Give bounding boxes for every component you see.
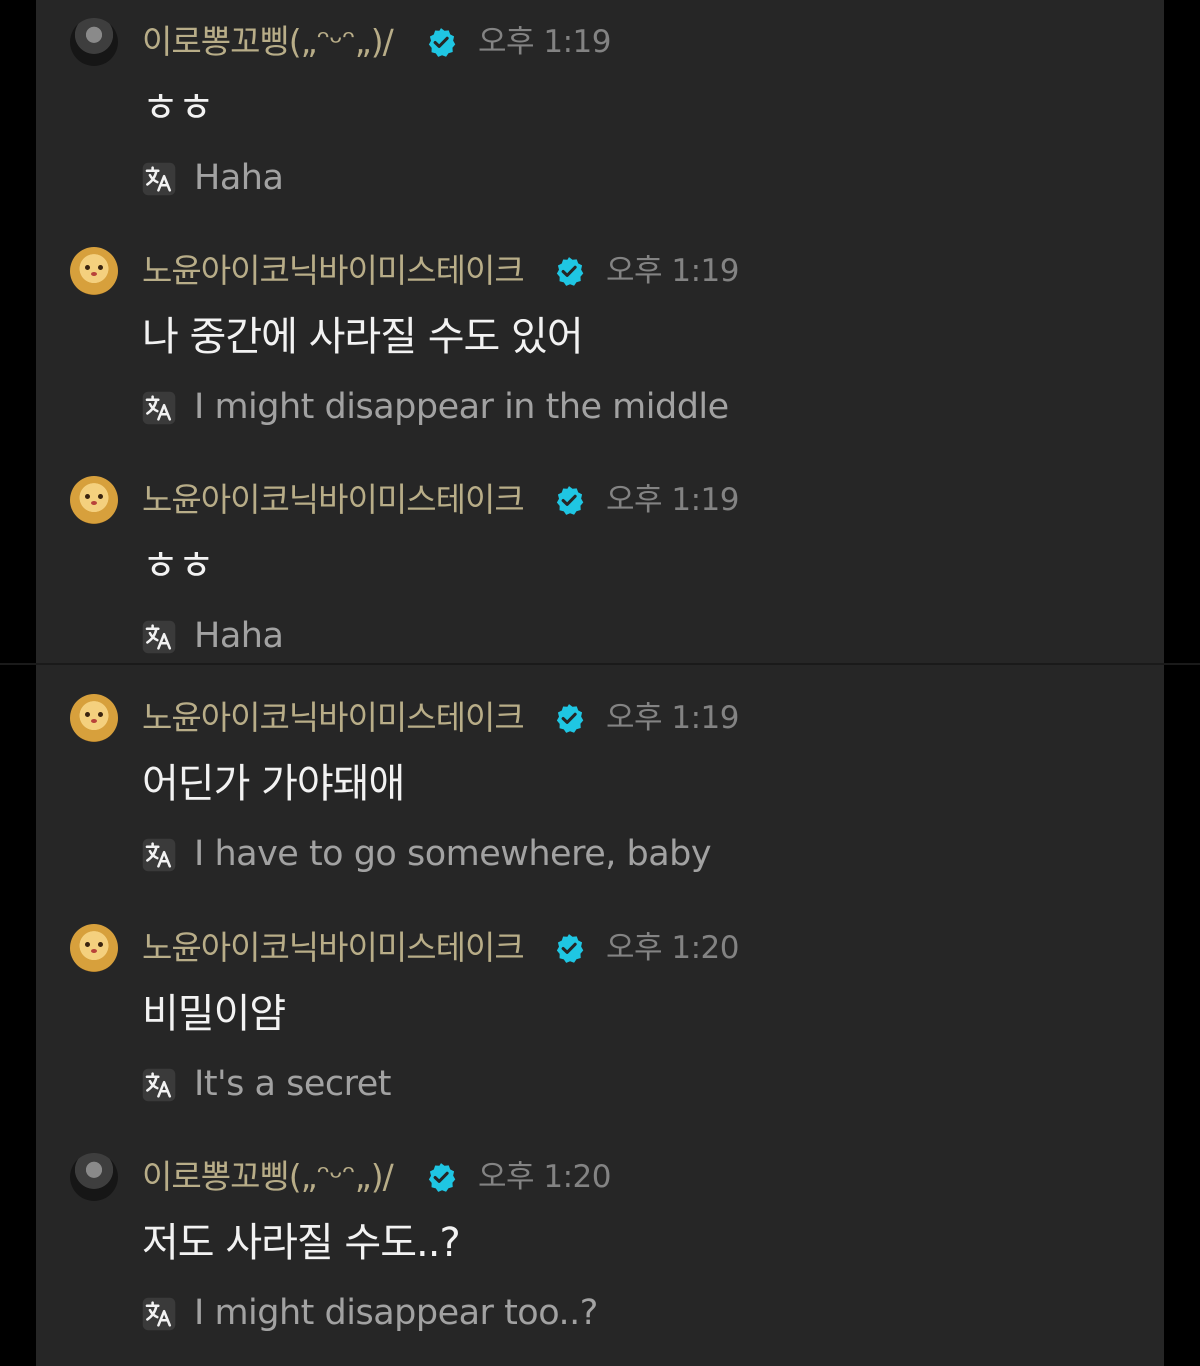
message-header: 노윤아이코닉바이미스테이크 오후 1:19: [70, 694, 1130, 742]
message-text: 어딘가 가야돼애: [142, 761, 405, 807]
translation-text: I have to go somewhere, baby: [194, 834, 712, 874]
verified-badge-icon: [428, 28, 456, 57]
avatar[interactable]: [70, 694, 118, 742]
chat-message: 노윤아이코닉바이미스테이크 오후 1:20 비밀이얌 It's a secret: [70, 924, 1130, 1104]
avatar-face: [83, 940, 105, 956]
username[interactable]: 이로뽕꼬삥(„ᵔᵕᵔ„)/: [142, 1157, 424, 1197]
chat-message: 이로뽕꼬삥(„ᵔᵕᵔ„)/ 오후 1:19 ㅎㅎ Haha: [70, 18, 1130, 198]
message-header: 노윤아이코닉바이미스테이크 오후 1:19: [70, 476, 1130, 524]
username[interactable]: 노윤아이코닉바이미스테이크: [142, 698, 552, 738]
message-text: ㅎㅎ: [142, 543, 215, 589]
username[interactable]: 노윤아이코닉바이미스테이크: [142, 251, 552, 291]
avatar[interactable]: [70, 476, 118, 524]
verified-badge-icon: [556, 704, 584, 733]
message-text: 나 중간에 사라질 수도 있어: [142, 314, 584, 360]
translate-icon: [142, 162, 176, 196]
avatar-face: [83, 710, 105, 726]
translate-icon: [142, 1297, 176, 1331]
translate-icon: [142, 1068, 176, 1102]
avatar[interactable]: [70, 924, 118, 972]
translate-icon: [142, 620, 176, 654]
avatar-face: [83, 263, 105, 279]
username[interactable]: 이로뽕꼬삥(„ᵔᵕᵔ„)/: [142, 22, 424, 62]
translation-text: I might disappear in the middle: [194, 387, 729, 427]
translation-text: Haha: [194, 158, 284, 198]
message-text: ㅎㅎ: [142, 85, 215, 131]
screenshot-seam: [0, 663, 1200, 665]
avatar[interactable]: [70, 247, 118, 295]
timestamp: 오후 1:20: [478, 1159, 612, 1195]
verified-badge-icon: [556, 257, 584, 286]
chat-message: 노윤아이코닉바이미스테이크 오후 1:19 ㅎㅎ Haha: [70, 476, 1130, 656]
timestamp: 오후 1:19: [606, 482, 740, 518]
verified-badge-icon: [556, 934, 584, 963]
timestamp: 오후 1:19: [606, 253, 740, 289]
translate-icon: [142, 391, 176, 425]
chat-message: 노윤아이코닉바이미스테이크 오후 1:19 나 중간에 사라질 수도 있어 I …: [70, 247, 1130, 427]
message-text: 비밀이얌: [142, 991, 286, 1037]
message-header: 이로뽕꼬삥(„ᵔᵕᵔ„)/ 오후 1:19: [70, 18, 1130, 66]
avatar[interactable]: [70, 1153, 118, 1201]
avatar-face: [83, 492, 105, 508]
translation-text: It's a secret: [194, 1064, 392, 1104]
avatar[interactable]: [70, 18, 118, 66]
translate-icon: [142, 838, 176, 872]
timestamp: 오후 1:19: [606, 700, 740, 736]
chat-message: 이로뽕꼬삥(„ᵔᵕᵔ„)/ 오후 1:20 저도 사라질 수도..? I mig…: [70, 1153, 1130, 1333]
verified-badge-icon: [428, 1163, 456, 1192]
timestamp: 오후 1:20: [606, 930, 740, 966]
username[interactable]: 노윤아이코닉바이미스테이크: [142, 480, 552, 520]
translation-text: I might disappear too..?: [194, 1293, 598, 1333]
message-header: 노윤아이코닉바이미스테이크 오후 1:20: [70, 924, 1130, 972]
timestamp: 오후 1:19: [478, 24, 612, 60]
chat-message: 노윤아이코닉바이미스테이크 오후 1:19 어딘가 가야돼애 I have to…: [70, 694, 1130, 874]
translation-text: Haha: [194, 616, 284, 656]
username[interactable]: 노윤아이코닉바이미스테이크: [142, 928, 552, 968]
message-header: 노윤아이코닉바이미스테이크 오후 1:19: [70, 247, 1130, 295]
message-header: 이로뽕꼬삥(„ᵔᵕᵔ„)/ 오후 1:20: [70, 1153, 1130, 1201]
message-text: 저도 사라질 수도..?: [142, 1220, 461, 1266]
verified-badge-icon: [556, 486, 584, 515]
